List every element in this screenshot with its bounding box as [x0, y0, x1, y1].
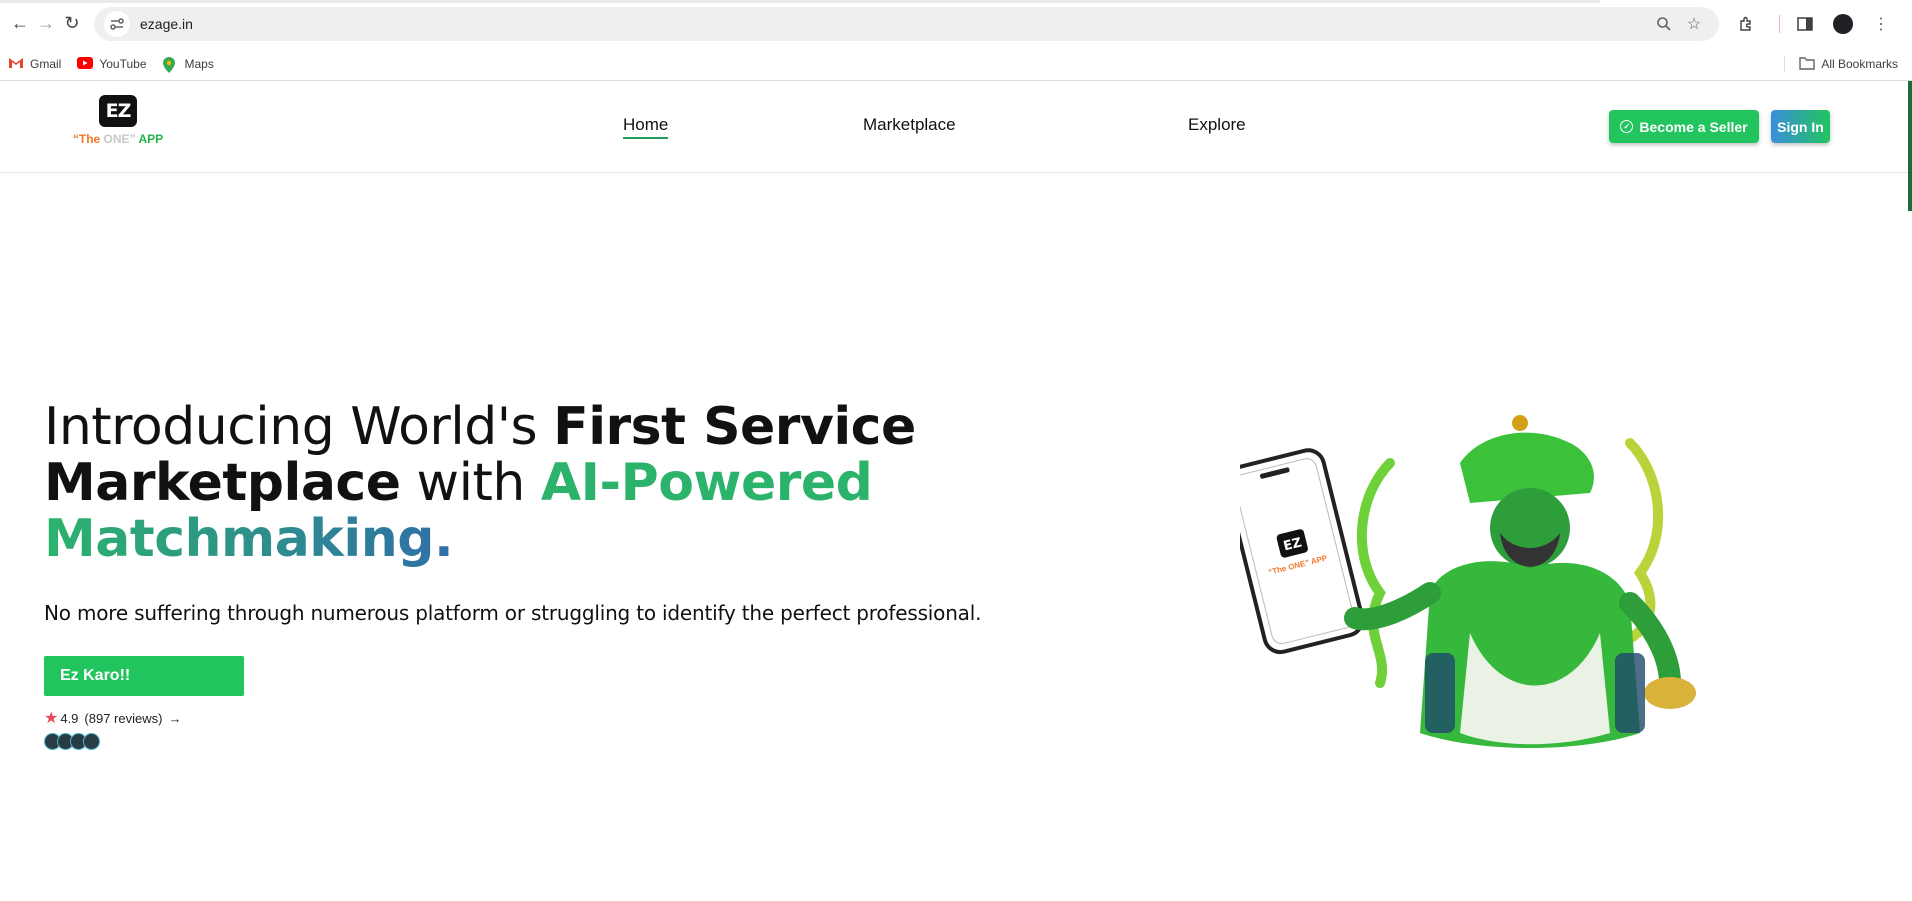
folder-icon	[1799, 56, 1816, 71]
site-logo[interactable]: EZ “The ONE” APP	[68, 95, 168, 146]
bookmarks-divider	[1784, 55, 1786, 72]
arrow-right-icon: →	[168, 710, 182, 726]
nav-home[interactable]: Home	[623, 115, 669, 139]
zoom-icon[interactable]	[1649, 9, 1679, 39]
avatar	[83, 733, 100, 750]
toolbar-divider	[1779, 14, 1780, 33]
reviewer-avatars	[44, 733, 100, 750]
hero-illustration: EZ “The ONE” APP	[1240, 415, 1696, 748]
headline-first-service: First Service	[553, 397, 916, 457]
sign-in-button[interactable]: Sign In	[1771, 110, 1830, 143]
nav-marketplace[interactable]: Marketplace	[863, 115, 956, 135]
logo-tag-one: ONE”	[103, 132, 136, 146]
rating-value: 4.9	[60, 710, 79, 726]
maps-pin-icon	[162, 56, 179, 73]
headline-intro: Introducing World's	[44, 397, 554, 457]
star-icon: ★	[44, 710, 59, 727]
logo-tag-the: “The	[72, 132, 104, 146]
all-bookmarks-label: All Bookmarks	[1821, 56, 1898, 71]
bookmark-label: Gmail	[30, 56, 62, 71]
bookmark-youtube[interactable]: YouTube	[77, 56, 147, 71]
headline-with: with	[400, 453, 541, 513]
all-bookmarks-button[interactable]: All Bookmarks	[1799, 57, 1898, 71]
side-panel-icon[interactable]	[1790, 9, 1820, 39]
back-icon[interactable]: ←	[8, 7, 32, 41]
headline-ai-powered: AI-Powered	[540, 453, 873, 513]
browser-toolbar: ← → ↻ ezage.in ☆ ⋮	[0, 0, 1912, 47]
headline-marketplace: Marketplace	[44, 453, 401, 513]
bookmarks-bar: Gmail YouTube Maps All Bookmarks	[0, 47, 1912, 81]
loading-bar	[0, 0, 1600, 3]
kebab-menu-icon[interactable]: ⋮	[1866, 9, 1896, 39]
headline-matchmaking: Matchmaking.	[44, 509, 454, 569]
bookmark-star-icon[interactable]: ☆	[1679, 9, 1709, 39]
extensions-icon[interactable]	[1731, 9, 1761, 39]
url-text[interactable]: ezage.in	[140, 16, 1649, 32]
address-bar[interactable]: ezage.in ☆	[94, 6, 1719, 41]
logo-tag-app: APP	[135, 132, 164, 146]
bookmark-gmail[interactable]: Gmail	[8, 57, 61, 71]
genie-illustration	[1344, 415, 1696, 748]
review-count: (897 reviews)	[84, 710, 163, 726]
become-seller-button[interactable]: ✓ Become a Seller	[1609, 110, 1759, 143]
bookmark-label: Maps	[184, 56, 214, 71]
bookmark-maps[interactable]: Maps	[162, 56, 214, 73]
site-settings-icon[interactable]	[104, 10, 130, 37]
hero-section: Introducing World's First Service Market…	[0, 173, 1912, 893]
check-circle-icon: ✓	[1620, 120, 1634, 133]
site-header: EZ “The ONE” APP Home Marketplace Explor…	[0, 81, 1912, 211]
hero-headline: Introducing World's First Service Market…	[44, 399, 944, 567]
profile-avatar[interactable]	[1828, 9, 1858, 39]
nav-explore[interactable]: Explore	[1188, 115, 1246, 135]
logo-tagline: “The ONE” APP	[73, 132, 163, 146]
rating-row[interactable]: ★ 4.9 (897 reviews) →	[44, 708, 181, 728]
bookmark-label: YouTube	[99, 56, 147, 71]
gmail-icon	[8, 57, 24, 71]
forward-icon[interactable]: →	[34, 7, 58, 41]
reload-icon[interactable]: ↻	[60, 7, 84, 41]
become-seller-label: Become a Seller	[1639, 118, 1748, 135]
ez-karo-button[interactable]: Ez Karo!!	[44, 656, 244, 696]
logo-mark: EZ	[99, 95, 137, 127]
hero-subline: No more suffering through numerous platf…	[44, 601, 982, 625]
youtube-icon	[77, 56, 94, 71]
